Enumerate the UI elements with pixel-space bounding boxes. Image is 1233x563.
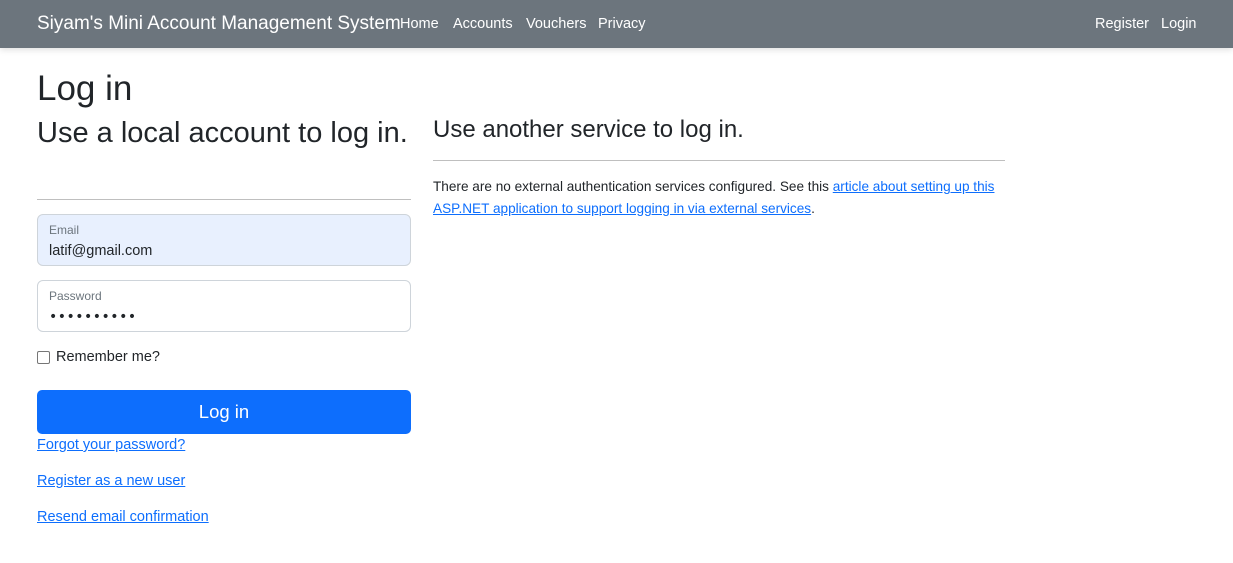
local-account-heading: Use a local account to log in. <box>37 117 408 149</box>
email-input[interactable] <box>38 239 410 263</box>
brand-link[interactable]: Siyam's Mini Account Management System <box>37 13 401 35</box>
left-divider <box>37 199 411 200</box>
email-label: Email <box>49 223 80 237</box>
nav-privacy[interactable]: Privacy <box>598 16 646 32</box>
external-info-after: . <box>811 201 815 216</box>
email-field[interactable]: Email <box>37 214 411 266</box>
forgot-password-link[interactable]: Forgot your password? <box>37 437 185 453</box>
nav-home[interactable]: Home <box>400 16 439 32</box>
nav-vouchers[interactable]: Vouchers <box>526 16 586 32</box>
register-new-user-link[interactable]: Register as a new user <box>37 473 185 489</box>
external-info-text: There are no external authentication ser… <box>433 176 1005 220</box>
nav-register[interactable]: Register <box>1095 16 1149 32</box>
external-info-before: There are no external authentication ser… <box>433 179 833 194</box>
nav-accounts[interactable]: Accounts <box>453 16 513 32</box>
external-service-heading: Use another service to log in. <box>433 116 744 143</box>
login-button[interactable]: Log in <box>37 390 411 434</box>
page-title: Log in <box>37 69 133 108</box>
remember-label[interactable]: Remember me? <box>56 349 160 365</box>
remember-me[interactable]: Remember me? <box>37 349 160 365</box>
password-input[interactable] <box>38 305 410 329</box>
password-label: Password <box>49 289 102 303</box>
nav-login[interactable]: Login <box>1161 16 1196 32</box>
resend-confirmation-link[interactable]: Resend email confirmation <box>37 509 209 525</box>
navbar: Siyam's Mini Account Management System H… <box>0 0 1233 48</box>
right-divider <box>433 160 1005 161</box>
password-field[interactable]: Password <box>37 280 411 332</box>
remember-checkbox[interactable] <box>37 350 50 364</box>
